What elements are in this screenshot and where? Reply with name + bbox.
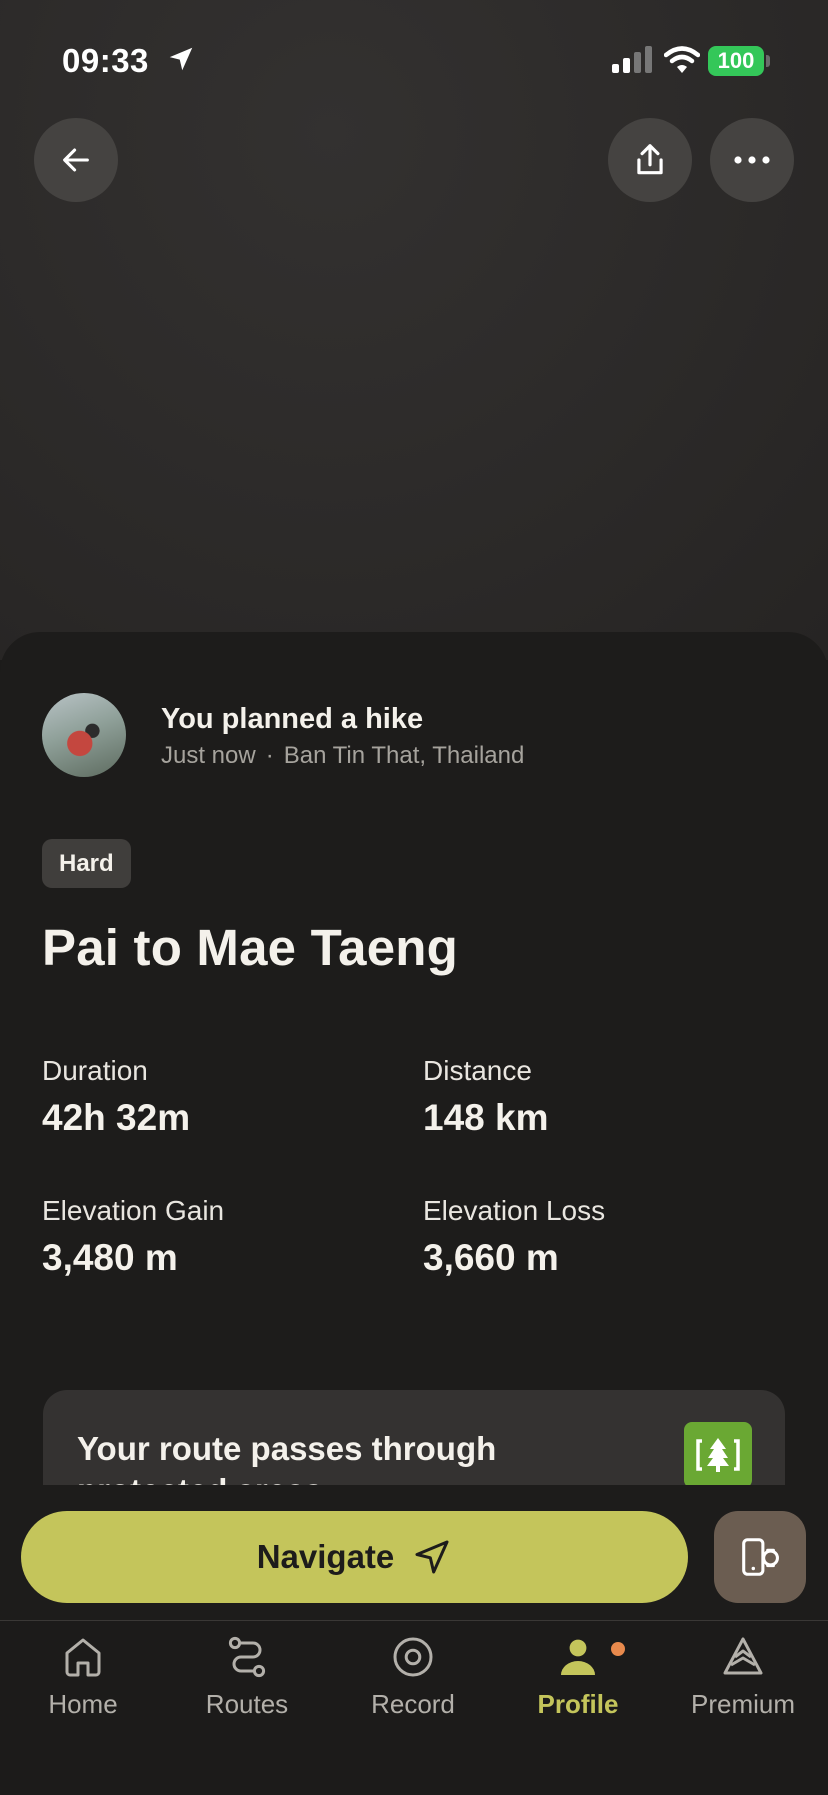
navigation-arrow-icon [415,1540,449,1574]
more-horizontal-icon [734,156,770,164]
premium-icon [723,1637,763,1675]
watch-sync-icon [742,1538,779,1576]
profile-notification-dot [611,1642,625,1656]
tab-profile-label: Profile [537,1689,619,1719]
tab-record[interactable]: Record [338,1621,488,1741]
elevation-loss-value: 3,660 m [423,1237,559,1278]
route-title: Pai to Mae Taeng [42,919,459,976]
home-icon [65,1638,101,1677]
notice-text: Your route passes through protected area… [77,1430,497,1485]
tab-routes[interactable]: Routes [172,1621,322,1741]
elevation-loss-label: Elevation Loss [423,1195,606,1226]
share-icon [637,144,663,175]
activity-title: You planned a hike [161,703,424,735]
difficulty-badge: Hard [42,839,131,888]
distance-value: 148 km [423,1097,549,1138]
activity-time: Just now [161,742,256,769]
difficulty-label: Hard [59,849,114,877]
tab-profile[interactable]: Profile [503,1621,653,1741]
elevation-gain-value: 3,480 m [42,1237,178,1278]
battery-indicator: 100 [708,46,764,76]
activity-meta: Just now · Ban Tin That, Thailand [161,742,524,770]
more-options-button[interactable] [710,118,794,202]
tab-home-label: Home [48,1689,118,1719]
tab-bar: Home Routes Record Profile Premium [0,1620,828,1795]
status-time: 09:33 [62,42,149,79]
tab-routes-label: Routes [205,1689,289,1719]
tab-premium[interactable]: Premium [668,1621,818,1741]
profile-icon [561,1639,595,1675]
tab-record-label: Record [371,1689,455,1719]
activity-location: Ban Tin That, Thailand [283,742,525,769]
arrow-left-icon [63,148,89,172]
wifi-icon [664,46,700,73]
signal-icon [612,46,652,73]
battery-tip [766,55,770,67]
record-icon [393,1637,433,1677]
location-arrow-icon [169,47,193,71]
protected-area-icon [684,1422,752,1485]
distance-label: Distance [423,1055,532,1086]
avatar[interactable] [42,693,126,777]
elevation-gain-label: Elevation Gain [42,1195,225,1226]
duration-value: 42h 32m [42,1097,191,1138]
navigate-button[interactable]: Navigate [21,1511,688,1603]
routes-icon [228,1636,266,1678]
share-button[interactable] [608,118,692,202]
battery-level: 100 [717,48,755,73]
map-area[interactable] [0,0,828,660]
meta-separator: · [265,742,274,769]
tab-premium-label: Premium [690,1689,795,1719]
navigate-label: Navigate [256,1538,395,1575]
tab-home[interactable]: Home [8,1621,158,1741]
protected-area-notice[interactable]: Your route passes through protected area… [43,1390,785,1485]
watch-sync-button[interactable] [714,1511,806,1603]
duration-label: Duration [42,1055,148,1086]
back-button[interactable] [34,118,118,202]
